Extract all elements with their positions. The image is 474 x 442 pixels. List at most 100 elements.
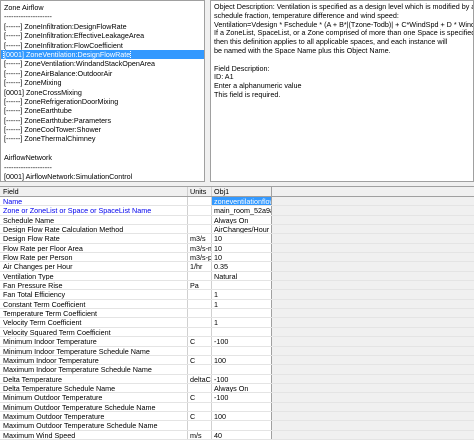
grid-empty-area [272,393,474,402]
grid-row: Design Flow Rate m3/s 10 [0,234,474,244]
value-cell[interactable]: Always On [212,215,272,225]
class-list-item[interactable]: [------] ZoneInfiltration:DesignFlowRate [1,22,204,31]
value-cell[interactable]: -100 [212,393,272,402]
value-cell[interactable]: main_room_52a9a0 [212,206,272,215]
value-cell[interactable]: Natural [212,271,272,281]
field-name-cell: Minimum Outdoor Temperature [0,393,188,402]
units-cell: deltaC [190,374,212,383]
class-list-item[interactable] [1,144,204,153]
class-list-item-label: AirflowNetwork [4,153,52,163]
units-cell [188,271,212,281]
field-name-cell: Maximum Indoor Temperature [0,355,188,365]
column-header-units: Units [188,187,212,196]
class-list-item[interactable]: [------] ZoneInfiltration:EffectiveLeaka… [1,31,204,40]
grid-row: Velocity Term Coefficient 1 [0,318,474,328]
grid-row: Fan Pressure Rise Pa [0,281,474,291]
value-cell[interactable] [212,327,272,337]
value-cell[interactable]: 0.35 [212,262,272,271]
value-cell[interactable] [212,402,272,411]
units-cell [188,327,212,337]
class-list-item-label: -------------------- [4,12,52,22]
value-cell[interactable] [212,421,272,430]
grid-empty-area [272,262,474,271]
value-cell[interactable]: 10 [212,234,272,243]
units-cell [188,225,212,234]
class-list-item[interactable]: [0001] ZoneVentilation:DesignFlowRate [1,48,204,60]
value-cell[interactable]: AirChanges/Hour [212,225,272,234]
value-cell[interactable] [212,281,272,290]
class-list-item[interactable]: -------------------- [1,12,204,21]
value-cell[interactable]: 1 [212,299,272,309]
class-list-item[interactable]: [------] ZoneEarthtube:Parameters [1,116,204,125]
units-cell [188,197,212,206]
class-list-item-label: [------] ZoneEarthtube [4,106,72,116]
class-list-item[interactable]: [0001] ZoneCrossMixing [1,88,204,97]
field-name-cell: Delta Temperature Schedule Name [0,383,188,393]
units-cell: C [188,355,212,365]
value-cell[interactable]: 40 [212,430,272,439]
class-list-item[interactable]: [------] ZoneEarthtube [1,106,204,115]
grid-empty-area [272,271,474,281]
grid-row: Air Changes per Hour 1/hr 0.35 [0,262,474,272]
value-cell[interactable] [212,309,272,318]
grid-row: Delta Temperature deltaC -100 [0,374,474,384]
value-cell[interactable]: 1 [212,318,272,327]
class-list-item[interactable]: [------] ZoneVentilation:WindandStackOpe… [1,59,204,68]
grid-empty-area [272,346,474,355]
column-header-obj1[interactable]: Obj1 [212,187,272,196]
class-list-pane[interactable]: Zone Airflow -------------------- [------]… [0,0,205,182]
value-cell[interactable]: -100 [212,337,272,346]
grid-empty-area [272,355,474,365]
grid-row: Ventilation Type Natural [0,271,474,282]
class-list-item-label: [0001] ZoneCrossMixing [4,87,82,97]
field-name-cell: Velocity Squared Term Coefficient [0,327,188,337]
value-cell[interactable]: 100 [212,411,272,421]
grid-empty-area [272,411,474,421]
grid-header-row: Field Units Obj1 [0,187,474,197]
class-list-item[interactable]: [------] ZoneAirBalance:OutdoorAir [1,69,204,78]
class-list-item[interactable]: AirflowNetwork [1,153,204,162]
class-list-item[interactable]: [------] ZoneCoolTower:Shower [1,125,204,134]
field-name-cell: Zone or ZoneList or Space or SpaceList N… [0,206,188,215]
value-cell[interactable]: -100 [212,374,272,383]
units-cell [188,299,212,309]
field-name-cell: Minimum Indoor Temperature [0,337,188,346]
grid-empty-area [272,402,474,411]
units-cell: C [188,393,212,402]
units-cell [188,402,212,411]
value-cell[interactable]: zoneventilationflowr [212,197,272,206]
class-list-item[interactable]: [------] ZoneThermalChimney [1,134,204,143]
class-list-item[interactable]: [------] ZoneMixing [1,78,204,87]
value-cell[interactable]: 100 [212,355,272,365]
grid-row: Maximum Wind Speed m/s 40 [0,430,474,440]
value-cell[interactable]: 10 [212,253,272,262]
class-list-item[interactable]: [------] ZoneInfiltration:FlowCoefficien… [1,41,204,50]
value-cell[interactable] [212,346,272,355]
field-name-cell: Fan Total Efficiency [0,290,188,299]
field-name-cell: Maximum Indoor Temperature Schedule Name [0,365,188,374]
grid-empty-area [272,337,474,346]
units-cell: m/s [188,430,212,439]
value-cell[interactable]: Always On [212,383,272,393]
units-cell: 1/hr [188,262,212,271]
value-cell[interactable] [212,365,272,374]
grid-row: Maximum Outdoor Temperature C 100 [0,411,474,422]
field-name-cell: Maximum Wind Speed [0,430,188,439]
class-list-item[interactable]: [------] ZoneRefrigerationDoorMixing [1,97,204,106]
value-cell[interactable]: 1 [212,290,272,299]
grid-empty-area [272,299,474,309]
grid-row: Delta Temperature Schedule Name Always On [0,383,474,394]
class-list-item[interactable]: [0001] AirflowNetwork:SimulationControl [1,172,204,181]
grid-empty-area [272,281,474,290]
class-list-item[interactable]: Zone Airflow [1,3,204,12]
value-cell[interactable]: 10 [212,243,272,253]
grid-empty-area [272,421,474,430]
grid-empty-area [272,327,474,337]
field-name-cell: Fan Pressure Rise [0,281,188,290]
class-list-item-label: [------] ZoneInfiltration:EffectiveLeaka… [4,31,145,41]
description-line: be named with the Space Name plus this O… [214,45,391,55]
class-list: Zone Airflow -------------------- [------]… [1,1,204,181]
grid-row: Name zoneventilationflowr [0,197,474,207]
grid-row: Minimum Indoor Temperature C -100 [0,337,474,347]
class-list-item[interactable]: -------------------- [1,163,204,172]
